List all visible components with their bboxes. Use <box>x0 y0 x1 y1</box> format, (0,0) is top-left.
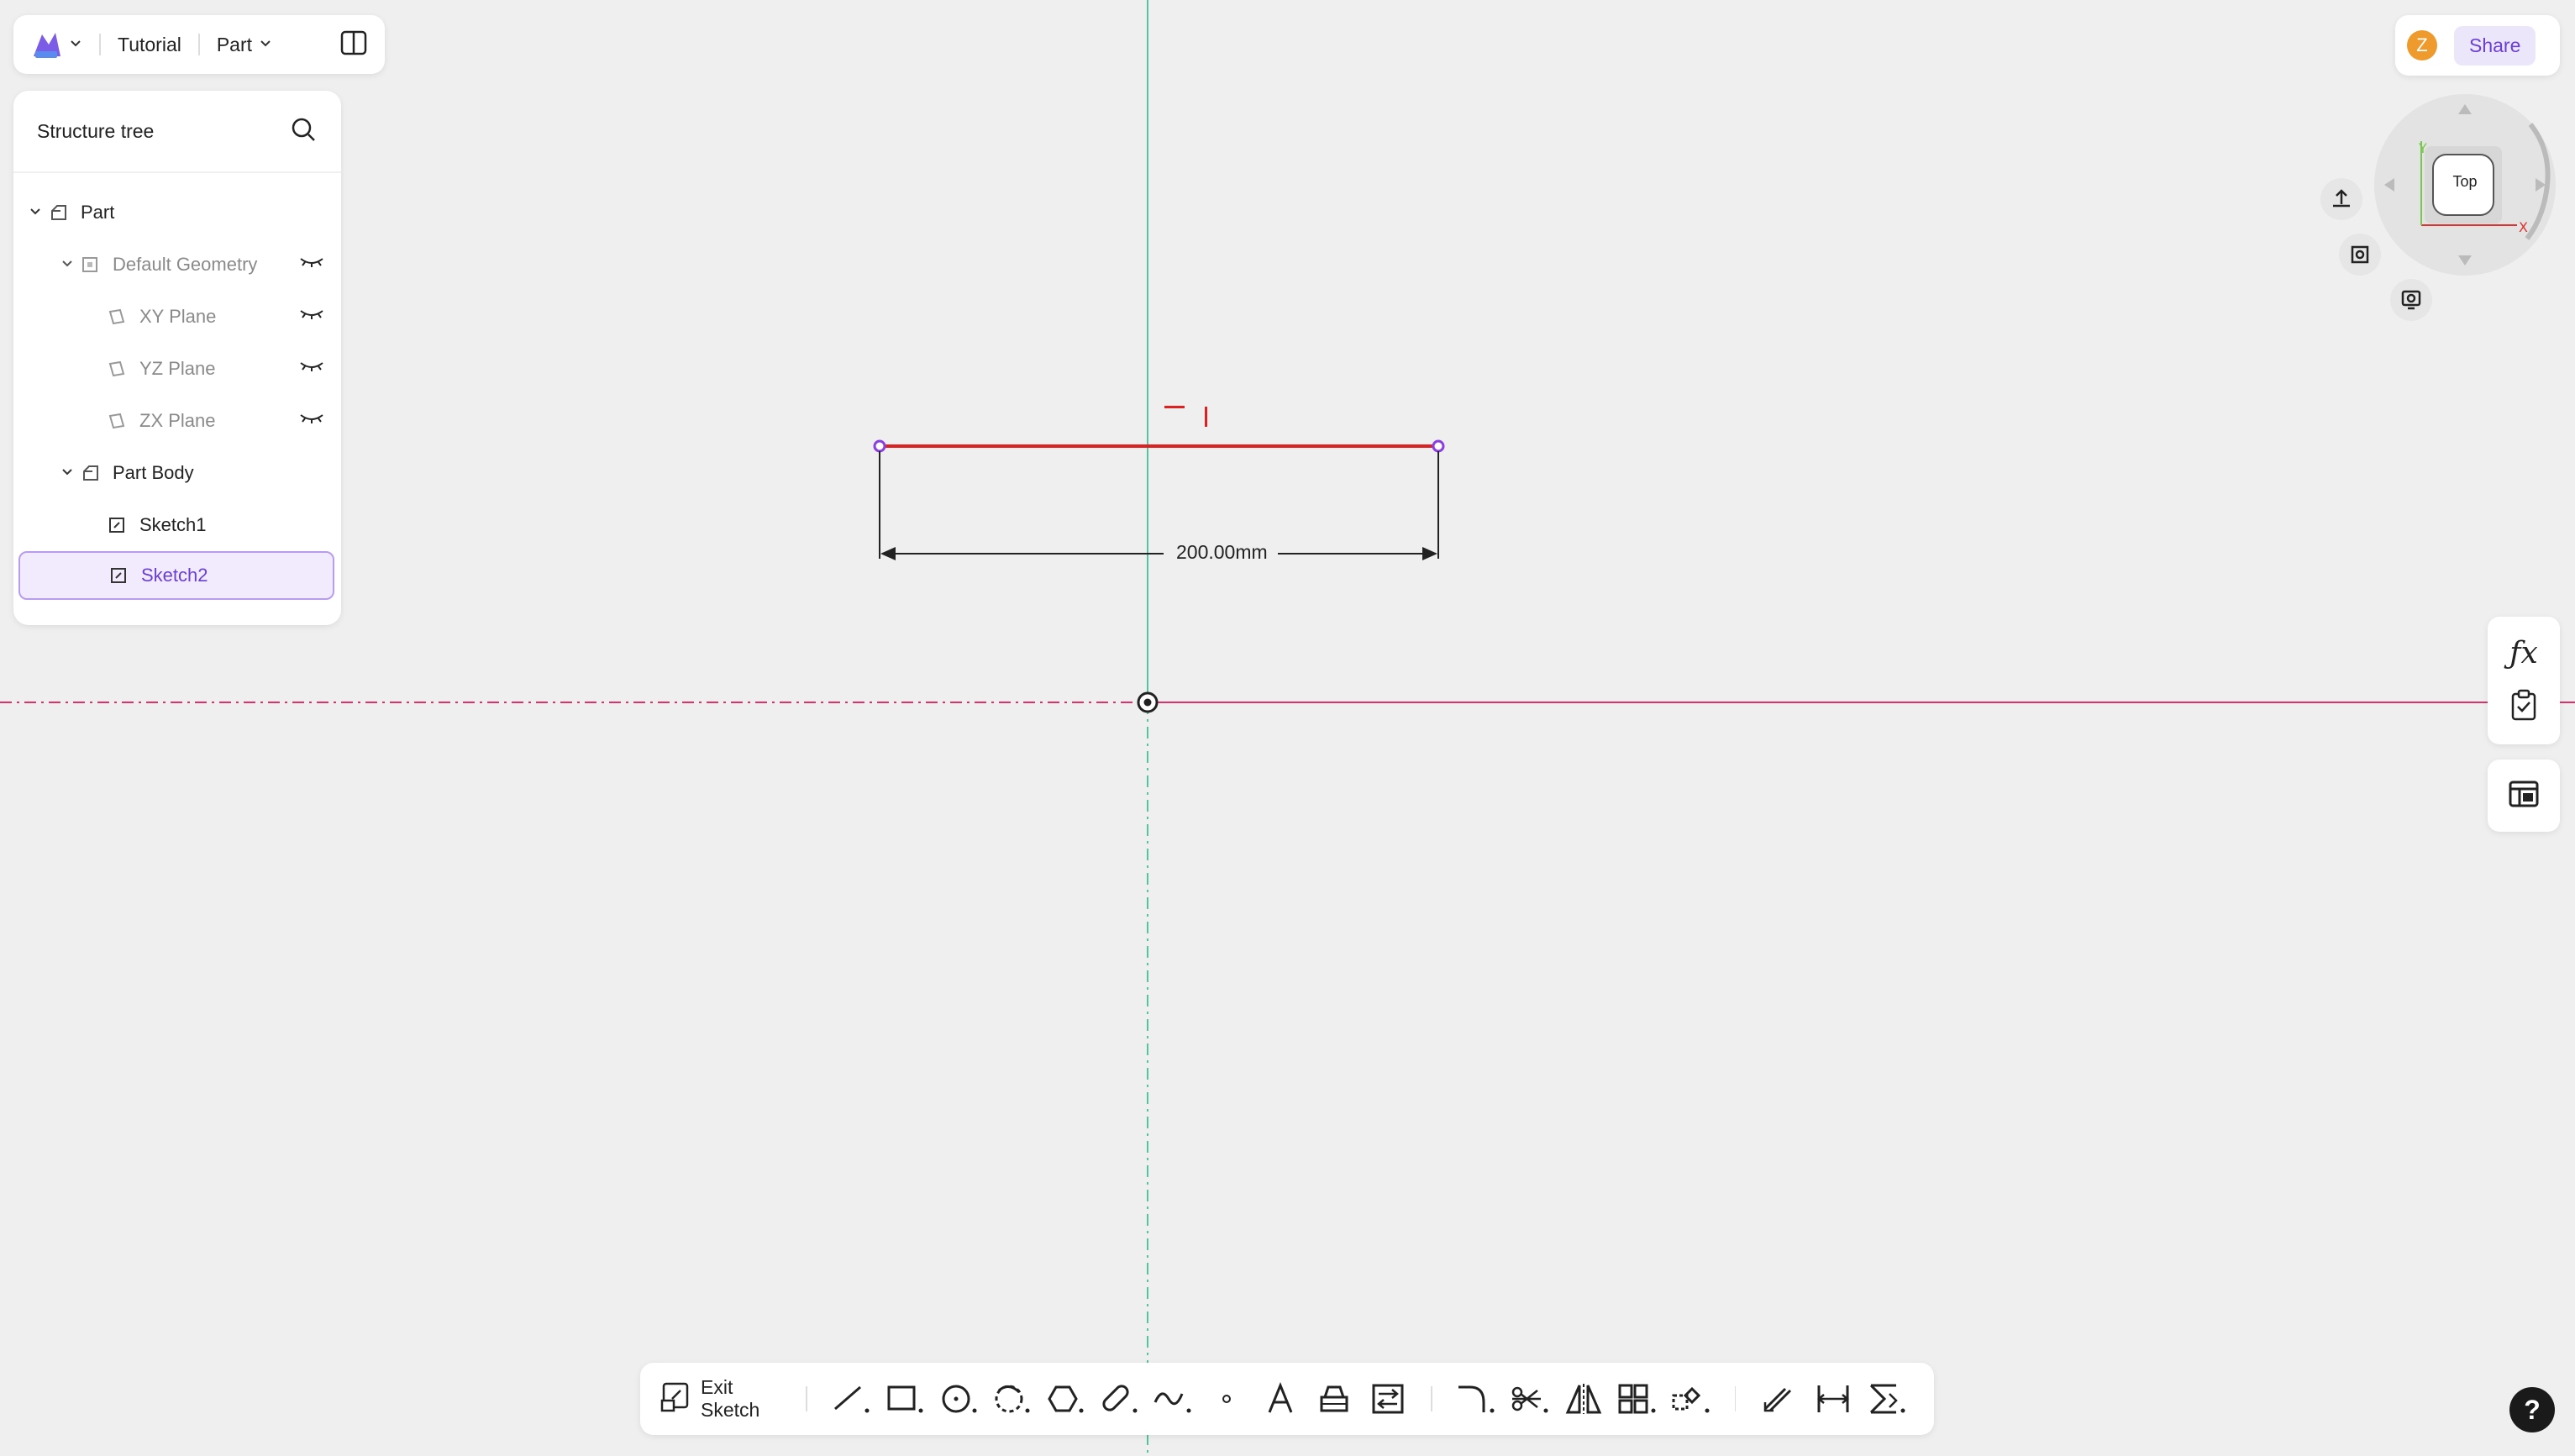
help-button[interactable]: ? <box>2509 1387 2555 1432</box>
table-icon[interactable] <box>2508 778 2540 814</box>
structure-tree-header: Structure tree <box>13 91 341 173</box>
slot-tool-icon[interactable] <box>1092 1374 1146 1424</box>
tree-item-label: Sketch2 <box>141 565 208 586</box>
divider <box>1431 1386 1433 1411</box>
tree-item-zx-plane[interactable]: ZX Plane <box>108 395 324 447</box>
dimension-tool-icon[interactable] <box>1806 1374 1860 1424</box>
divider <box>806 1386 807 1411</box>
plane-icon <box>108 410 129 432</box>
chevron-down-icon[interactable] <box>60 462 81 484</box>
project-name[interactable]: Tutorial <box>118 34 181 56</box>
offset-tool-icon[interactable] <box>1753 1374 1806 1424</box>
exit-sketch-button[interactable]: Exit Sketch <box>660 1376 789 1422</box>
tree-item-label: XY Plane <box>139 306 217 327</box>
polygon-tool-icon[interactable] <box>1038 1374 1092 1424</box>
tree-item-label: Part Body <box>113 462 194 483</box>
plane-icon <box>108 306 129 328</box>
pattern-tool-icon[interactable] <box>1611 1374 1664 1424</box>
eye-hidden-icon[interactable] <box>299 410 324 432</box>
line-end-point <box>1432 439 1445 453</box>
trim-tool-icon[interactable] <box>1503 1374 1557 1424</box>
divider <box>1734 1386 1737 1411</box>
view-home-icon[interactable] <box>2320 178 2362 220</box>
divider <box>197 34 200 55</box>
point-tool-icon[interactable] <box>1200 1374 1253 1424</box>
chevron-down-icon[interactable] <box>29 202 49 223</box>
constraint-tool-icon[interactable] <box>1860 1374 1914 1424</box>
user-avatar[interactable]: Z <box>2407 30 2437 60</box>
eye-hidden-icon[interactable] <box>299 358 324 380</box>
geometry-folder-icon <box>81 254 102 276</box>
tree-item-yz-plane[interactable]: YZ Plane <box>108 343 324 395</box>
share-box: Z Share <box>2395 15 2560 76</box>
project-tool-icon[interactable] <box>1307 1374 1361 1424</box>
doc-type-dropdown[interactable]: Part <box>217 34 272 56</box>
app-logo-icon[interactable] <box>30 28 64 61</box>
transform-tool-icon[interactable] <box>1664 1374 1718 1424</box>
doc-type-label: Part <box>216 33 253 55</box>
view-navigation-cube[interactable]: Y X Top <box>2371 91 2559 279</box>
line-start-point <box>873 439 886 453</box>
chevron-down-icon[interactable] <box>69 36 82 54</box>
checklist-icon[interactable] <box>2509 689 2538 725</box>
body-icon <box>81 462 102 484</box>
panel-toggle-icon[interactable] <box>339 29 368 61</box>
top-bar: Tutorial Part <box>13 15 385 74</box>
tree-item-label: Part <box>81 202 115 223</box>
view-face-label[interactable]: Top <box>2441 173 2488 191</box>
fit-view-icon[interactable] <box>2339 234 2381 276</box>
tree-item-label: ZX Plane <box>139 410 216 431</box>
vertical-constraint-icon[interactable] <box>1205 407 1207 427</box>
text-tool-icon[interactable] <box>1253 1374 1307 1424</box>
eye-hidden-icon[interactable] <box>299 306 324 328</box>
sketch-canvas[interactable] <box>0 0 2575 1456</box>
svg-text:X: X <box>2519 219 2528 235</box>
tree-item-label: YZ Plane <box>139 358 216 379</box>
eye-hidden-icon[interactable] <box>299 254 324 276</box>
tree-item-part-body[interactable]: Part Body <box>60 447 324 499</box>
tree-item-sketch2[interactable]: Sketch2 <box>18 551 334 600</box>
search-icon[interactable] <box>291 117 316 146</box>
dimension-label[interactable]: 200.00mm <box>1166 541 1278 564</box>
dimension-annotation <box>879 451 1439 560</box>
side-tools-panel-2 <box>2488 760 2560 832</box>
sketch-icon <box>108 514 129 536</box>
sketch-icon <box>109 565 131 586</box>
tree-item-sketch1[interactable]: Sketch1 <box>108 499 324 551</box>
tree-item-label: Default Geometry <box>113 254 258 275</box>
exit-sketch-icon <box>660 1380 692 1417</box>
chevron-down-icon[interactable] <box>60 254 81 276</box>
mirror-tool-icon[interactable] <box>1557 1374 1611 1424</box>
tree-item-part[interactable]: Part <box>29 187 324 239</box>
structure-tree-title: Structure tree <box>37 119 155 142</box>
sketch-toolbar: Exit Sketch <box>640 1363 1934 1435</box>
fillet-tool-icon[interactable] <box>1449 1374 1503 1424</box>
arc-tool-icon[interactable] <box>985 1374 1039 1424</box>
origin-point <box>1137 691 1159 713</box>
tree-item-default-geometry[interactable]: Default Geometry <box>60 239 324 291</box>
divider <box>99 34 101 55</box>
circle-tool-icon[interactable] <box>932 1374 985 1424</box>
part-icon <box>49 202 71 223</box>
horizontal-constraint-icon[interactable] <box>1164 406 1185 408</box>
side-tools-panel: ƒx <box>2488 617 2560 744</box>
share-button[interactable]: Share <box>2454 25 2536 66</box>
rectangle-tool-icon[interactable] <box>878 1374 932 1424</box>
spline-tool-icon[interactable] <box>1146 1374 1200 1424</box>
svg-text:Y: Y <box>2418 140 2427 156</box>
plane-icon <box>108 358 129 380</box>
display-mode-icon[interactable] <box>2390 279 2432 321</box>
chevron-down-icon <box>259 36 272 54</box>
tree-item-xy-plane[interactable]: XY Plane <box>108 291 324 343</box>
formula-icon[interactable]: ƒx <box>2509 636 2538 670</box>
structure-tree-panel: Structure tree Part Default Geometry XY … <box>13 91 341 625</box>
convert-tool-icon[interactable] <box>1361 1374 1415 1424</box>
tree-item-label: Sketch1 <box>139 514 207 535</box>
exit-sketch-label: Exit Sketch <box>701 1376 760 1421</box>
line-tool-icon[interactable] <box>824 1374 878 1424</box>
